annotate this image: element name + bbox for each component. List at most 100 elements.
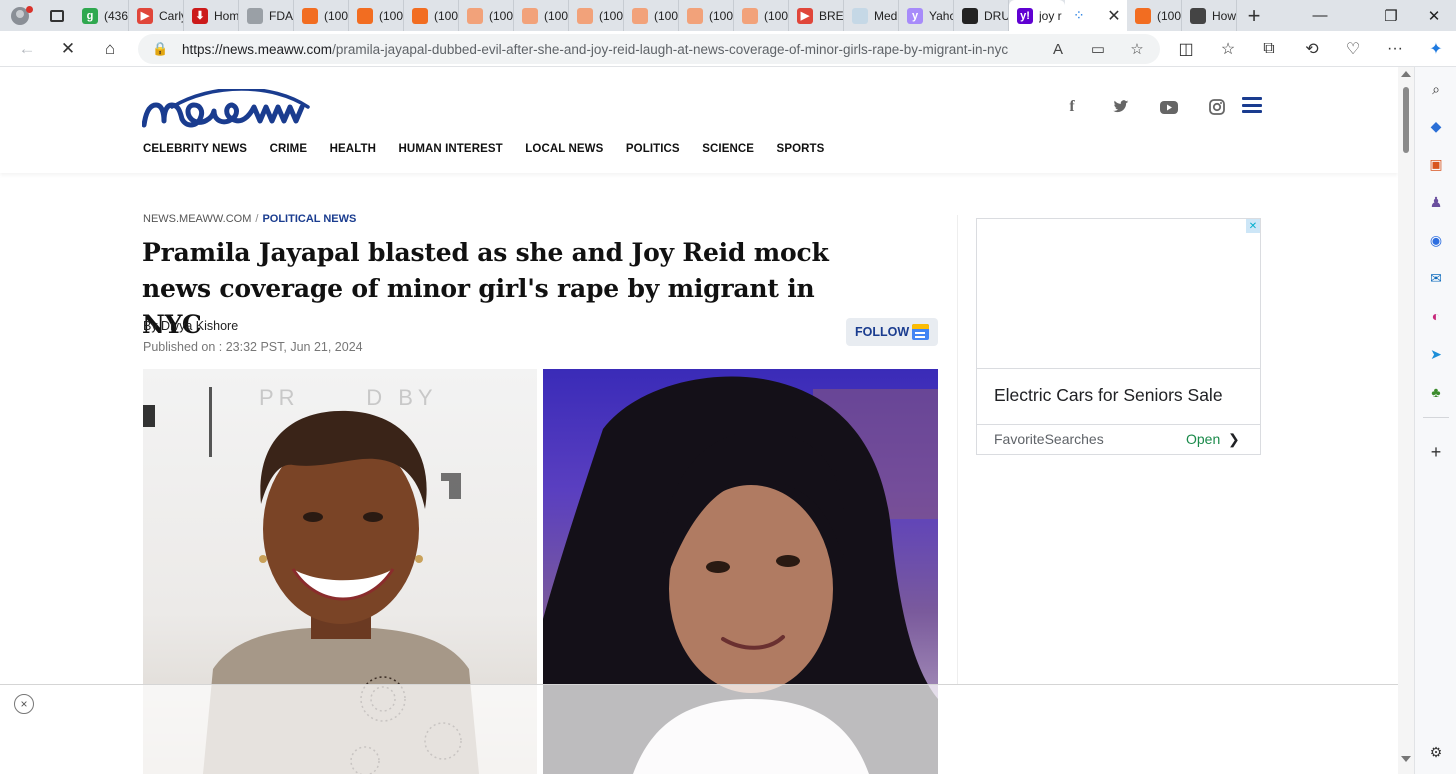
youtube-icon[interactable] — [1157, 95, 1181, 119]
url-text[interactable]: https://news.meaww.com/pramila-jayapal-d… — [182, 42, 1042, 57]
instagram-icon[interactable] — [1205, 95, 1229, 119]
browser-tab[interactable]: g (436 — [74, 0, 129, 31]
stop-loading-button[interactable]: ✕ — [47, 31, 89, 67]
tab-strip: g (436 ▶ Carly ⬇ Hom FDA (100 (100 (100 (100 (100 (1… — [0, 0, 1456, 31]
browser-tab[interactable]: (100 — [514, 0, 569, 31]
tab-close-button[interactable]: ✕ — [1101, 0, 1127, 31]
browser-tab[interactable]: y! joy r — [1009, 0, 1065, 31]
new-tab-button[interactable]: + — [1237, 0, 1271, 31]
ad-divider — [977, 424, 1260, 425]
browser-tab[interactable]: (100 — [294, 0, 349, 31]
favorite-star-icon[interactable]: ☆ — [1122, 34, 1152, 64]
lock-icon[interactable]: 🔒 — [152, 41, 170, 57]
breadcrumb-category[interactable]: POLITICAL NEWS — [262, 213, 356, 225]
tab-label: (100 — [379, 8, 403, 23]
browser-tab[interactable]: (100 — [734, 0, 789, 31]
address-bar[interactable]: 🔒 https://news.meaww.com/pramila-jayapal… — [138, 34, 1160, 64]
favorites-button[interactable]: ☆ — [1208, 31, 1248, 67]
twitter-icon[interactable] — [1109, 95, 1133, 119]
browser-tab[interactable]: (100 — [404, 0, 459, 31]
ad-close-icon[interactable]: ✕ — [1246, 219, 1260, 233]
tab-label: joy r — [1039, 8, 1062, 23]
sidebar-ad[interactable]: ✕ Electric Cars for Seniors Sale Favorit… — [976, 218, 1261, 455]
browser-tab[interactable]: (100 — [459, 0, 514, 31]
split-screen-button[interactable]: ◫ — [1166, 31, 1206, 67]
sticky-ad-bar: × — [0, 684, 1398, 774]
read-aloud-icon[interactable]: A — [1043, 34, 1073, 64]
home-button[interactable]: ⌂ — [89, 31, 131, 67]
ad-title[interactable]: Electric Cars for Seniors Sale — [994, 385, 1223, 406]
sidebar-add-icon[interactable]: + — [1426, 442, 1446, 462]
sidebar-drop-icon[interactable]: ◐ — [1426, 306, 1446, 326]
history-button[interactable]: ⟲ — [1292, 31, 1332, 67]
breadcrumb-home[interactable]: NEWS.MEAWW.COM — [143, 213, 251, 225]
follow-google-news-button[interactable]: FOLLOW — [846, 318, 938, 346]
scroll-down-arrow-icon[interactable] — [1401, 756, 1411, 762]
sidebar-shopping-icon[interactable]: ◆ — [1426, 116, 1446, 136]
sidebar-copilot-icon[interactable]: ◉ — [1426, 230, 1446, 250]
sidebar-search-icon[interactable]: ⌕ — [1426, 79, 1446, 99]
article-byline[interactable]: By Divya Kishore — [143, 319, 238, 333]
browser-tab[interactable]: FDA — [239, 0, 294, 31]
browser-tab[interactable]: ▶ Carly — [129, 0, 184, 31]
sidebar-settings-icon[interactable]: ⚙ — [1426, 742, 1446, 762]
nav-item-celebrity-news[interactable]: CELEBRITY NEWS — [143, 143, 247, 155]
scroll-up-arrow-icon[interactable] — [1401, 71, 1411, 77]
restore-button[interactable]: ❐ — [1371, 0, 1411, 31]
tab-label: BRE/ — [819, 8, 843, 23]
browser-tab[interactable]: (100 — [569, 0, 624, 31]
nav-item-human-interest[interactable]: HUMAN INTEREST — [399, 143, 503, 155]
collections-button[interactable]: ⧉ — [1249, 31, 1289, 67]
minimize-button[interactable]: — — [1300, 0, 1340, 31]
meaww-logo[interactable] — [142, 89, 342, 129]
tab-label: (100 — [764, 8, 788, 23]
ad-image-placeholder[interactable] — [977, 219, 1260, 369]
nav-item-health[interactable]: HEALTH — [330, 143, 376, 155]
browser-essentials-button[interactable]: ♡ — [1333, 31, 1373, 67]
browser-tab[interactable]: Med — [844, 0, 899, 31]
sidebar-games-icon[interactable]: ♟ — [1426, 192, 1446, 212]
copilot-icon[interactable]: ✦ — [1416, 31, 1456, 67]
site-header: f CELEBRITY NEWS CRIME HEALTH HUMAN INTERES… — [0, 67, 1398, 173]
tab-label: (100 — [599, 8, 623, 23]
close-window-button[interactable]: ✕ — [1414, 0, 1454, 31]
follow-label: FOLLOW — [855, 325, 910, 339]
menu-hamburger-icon[interactable] — [1242, 97, 1262, 113]
browser-tab[interactable]: (100 — [679, 0, 734, 31]
browser-tab[interactable]: ▶ BRE/ — [789, 0, 844, 31]
tab-label: (100 — [324, 8, 348, 23]
nav-item-sports[interactable]: SPORTS — [777, 143, 825, 155]
browser-tab[interactable]: ⬇ Hom — [184, 0, 239, 31]
browser-tab[interactable]: (100 — [1127, 0, 1182, 31]
scroll-thumb[interactable] — [1403, 87, 1409, 153]
nav-item-science[interactable]: SCIENCE — [702, 143, 754, 155]
tab-favicon-icon — [247, 7, 263, 24]
nav-item-politics[interactable]: POLITICS — [626, 143, 680, 155]
sidebar-send-icon[interactable]: ➤ — [1426, 344, 1446, 364]
tab-actions-button[interactable] — [40, 0, 74, 31]
sticky-close-icon[interactable]: × — [14, 694, 34, 714]
browser-tab[interactable]: How — [1182, 0, 1237, 31]
chevron-right-icon[interactable]: ❯ — [1228, 431, 1240, 448]
back-button[interactable]: ← — [6, 31, 48, 67]
browser-tab[interactable]: y Yahc — [899, 0, 954, 31]
nav-item-local-news[interactable]: LOCAL NEWS — [525, 143, 603, 155]
sidebar-tools-icon[interactable]: ▣ — [1426, 154, 1446, 174]
immersive-reader-icon[interactable]: ▭ — [1083, 34, 1113, 64]
browser-tab[interactable]: (100 — [349, 0, 404, 31]
sidebar-tree-icon[interactable]: ♣ — [1426, 382, 1446, 402]
browser-tab[interactable]: DRU — [954, 0, 1009, 31]
tab-label: Carly — [159, 8, 183, 23]
ad-open-link[interactable]: Open — [1186, 431, 1220, 447]
profile-avatar[interactable] — [0, 0, 40, 31]
notification-dot — [26, 6, 33, 13]
browser-tab[interactable]: (100 — [624, 0, 679, 31]
nav-item-crime[interactable]: CRIME — [270, 143, 308, 155]
facebook-icon[interactable]: f — [1060, 95, 1084, 119]
sidebar-outlook-icon[interactable]: ✉ — [1426, 268, 1446, 288]
tab-label: Hom — [214, 8, 238, 23]
page-scrollbar[interactable] — [1398, 67, 1414, 774]
edge-sidebar: ⌕ ◆ ▣ ♟ ◉ ✉ ◐ ➤ ♣ + ⚙ — [1414, 67, 1456, 774]
settings-more-button[interactable]: ··· — [1375, 31, 1415, 67]
tab-favicon-icon — [962, 7, 978, 24]
